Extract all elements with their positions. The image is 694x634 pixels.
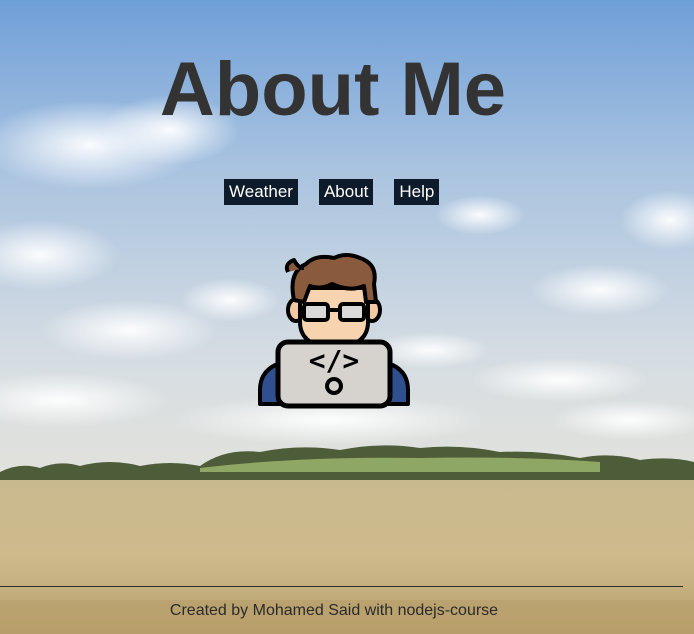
nav-link-about[interactable]: About	[318, 179, 374, 205]
code-glyph: </>	[309, 344, 360, 377]
nav-link-help[interactable]: Help	[394, 179, 440, 205]
developer-avatar-icon: </>	[258, 253, 410, 409]
footer-text: Created by Mohamed Said with nodejs-cour…	[169, 602, 499, 619]
page-title: About Me	[159, 47, 507, 132]
nav-link-weather[interactable]: Weather	[224, 179, 298, 205]
footer-divider	[0, 586, 683, 587]
main-nav: Weather About Help	[224, 179, 440, 205]
